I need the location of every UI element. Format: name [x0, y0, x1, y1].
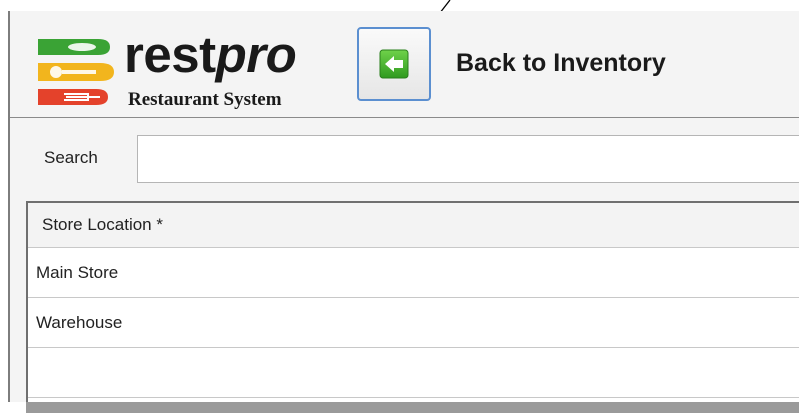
table-row-empty[interactable]: [28, 348, 799, 398]
app-window: restpro Restaurant System Back to Invent…: [8, 11, 799, 413]
back-to-inventory-title: Back to Inventory: [456, 49, 666, 77]
table-row[interactable]: Main Store: [28, 248, 799, 298]
table-bottom-bar: [26, 402, 799, 413]
column-header-store-location[interactable]: Store Location *: [28, 203, 799, 248]
search-label: Search: [44, 148, 98, 167]
back-button[interactable]: [357, 27, 431, 101]
table-row[interactable]: Warehouse: [28, 298, 799, 348]
search-input[interactable]: [137, 135, 799, 183]
logo-utensils-icon: [38, 39, 114, 105]
header-divider: [10, 117, 799, 118]
store-location-table: Store Location * Main Store Warehouse: [26, 201, 799, 402]
restpro-logo: restpro Restaurant System: [28, 26, 348, 119]
logo-subtitle: Restaurant System: [128, 89, 282, 110]
arrow-left-icon: [379, 49, 409, 79]
logo-wordmark: restpro: [124, 26, 297, 83]
